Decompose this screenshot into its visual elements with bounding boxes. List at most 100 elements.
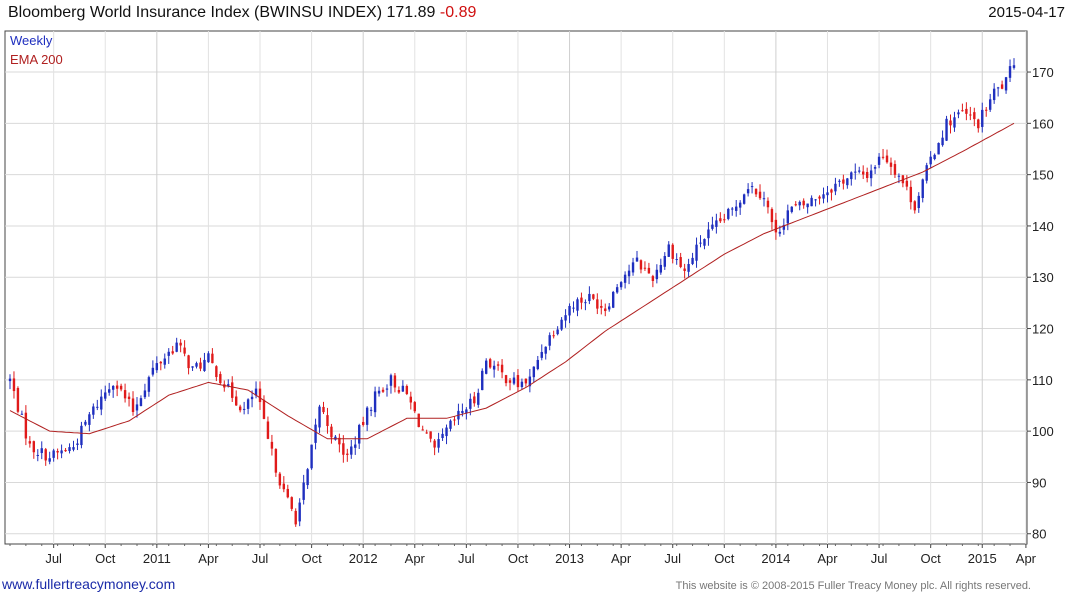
candle-body	[147, 377, 151, 392]
candle-body	[869, 170, 873, 179]
candle-body	[104, 392, 107, 399]
candle-body	[643, 267, 647, 269]
candle-body	[385, 388, 389, 390]
candle-body	[873, 167, 877, 169]
candle-body	[520, 381, 524, 388]
candle-body	[707, 229, 710, 239]
candle-body	[762, 198, 766, 200]
candle-body	[314, 424, 317, 443]
candle-body	[802, 200, 805, 206]
candle-body	[469, 398, 472, 409]
candle-body	[667, 244, 670, 257]
candle-body	[111, 385, 115, 390]
candle-body	[44, 449, 47, 461]
candle-body	[207, 353, 210, 363]
candle-body	[913, 201, 916, 211]
x-tick-label: Apr	[198, 551, 219, 566]
candle-body	[564, 315, 567, 321]
candle-body	[683, 268, 686, 271]
candle-body	[842, 179, 845, 184]
candle-body	[60, 450, 63, 454]
candle-body	[992, 88, 996, 101]
x-tick-label: Oct	[95, 551, 116, 566]
candle-body	[294, 510, 297, 525]
candle-body	[56, 450, 59, 453]
y-tick-label: 140	[1032, 219, 1054, 234]
x-tick-label: 2011	[143, 551, 171, 566]
candle-body	[36, 454, 39, 456]
candle-body	[746, 189, 750, 194]
plot-area	[4, 30, 1028, 545]
site-link[interactable]: www.fullertreacymoney.com	[2, 576, 175, 592]
candle-body	[155, 363, 159, 371]
candle-body	[647, 267, 651, 274]
candle-body	[175, 342, 178, 352]
candle-body	[96, 406, 99, 408]
candle-body	[76, 443, 79, 445]
candle-body	[92, 406, 95, 415]
candle-body	[127, 396, 131, 399]
candle-body	[596, 299, 599, 309]
candle-body	[889, 162, 893, 167]
y-tick-label: 130	[1032, 270, 1054, 285]
candle-body	[421, 429, 424, 431]
candle-body	[262, 399, 266, 419]
candle-body	[639, 260, 643, 270]
candle-body	[389, 375, 393, 386]
candle-body	[373, 391, 377, 413]
candle-body	[72, 447, 75, 450]
x-tick-label: Apr	[817, 551, 838, 566]
candle-body	[917, 195, 920, 209]
candle-body	[544, 346, 547, 354]
candle-body	[433, 440, 436, 448]
candle-body	[88, 414, 91, 425]
candle-body	[449, 420, 452, 429]
x-tick-label: Jul	[252, 551, 269, 566]
candle-body	[183, 347, 186, 354]
candle-body	[961, 110, 964, 112]
candle-body	[703, 239, 706, 246]
candle-body	[477, 392, 480, 405]
y-tick-label: 90	[1032, 475, 1046, 490]
candle-body	[985, 109, 988, 111]
candle-body	[949, 120, 952, 126]
candle-body	[965, 108, 968, 114]
candle-body	[778, 231, 782, 234]
x-tick-label: 2012	[349, 551, 378, 566]
candle-body	[282, 483, 286, 490]
candle-body	[679, 257, 682, 267]
candle-body	[1000, 84, 1004, 89]
candle-body	[615, 287, 619, 293]
candle-body	[68, 447, 71, 452]
candle-body	[100, 396, 103, 410]
candle-body	[417, 413, 420, 428]
candle-body	[556, 329, 559, 335]
candle-body	[623, 274, 627, 283]
candle-body	[413, 402, 416, 412]
candle-body	[504, 375, 508, 384]
candle-body	[671, 244, 674, 259]
candle-body	[822, 194, 825, 199]
candle-body	[354, 444, 357, 448]
y-tick-label: 160	[1032, 116, 1054, 131]
candle-body	[877, 156, 881, 165]
candle-body	[905, 180, 909, 187]
candle-body	[826, 192, 829, 196]
candle-body	[604, 308, 607, 312]
candle-body	[123, 390, 127, 399]
candle-body	[631, 262, 635, 273]
x-tick-label: Jul	[664, 551, 681, 566]
candle-body	[727, 208, 730, 219]
candle-body	[234, 396, 238, 406]
candle-body	[996, 87, 1000, 89]
candle-body	[893, 164, 897, 175]
candle-body	[108, 389, 111, 393]
candle-body	[322, 406, 325, 413]
candle-body	[731, 208, 734, 210]
y-tick-label: 150	[1032, 168, 1054, 183]
candle-body	[393, 375, 397, 388]
candle-body	[274, 449, 278, 473]
x-tick-label: Apr	[1016, 551, 1037, 566]
candle-body	[286, 488, 289, 498]
candle-body	[754, 188, 758, 195]
